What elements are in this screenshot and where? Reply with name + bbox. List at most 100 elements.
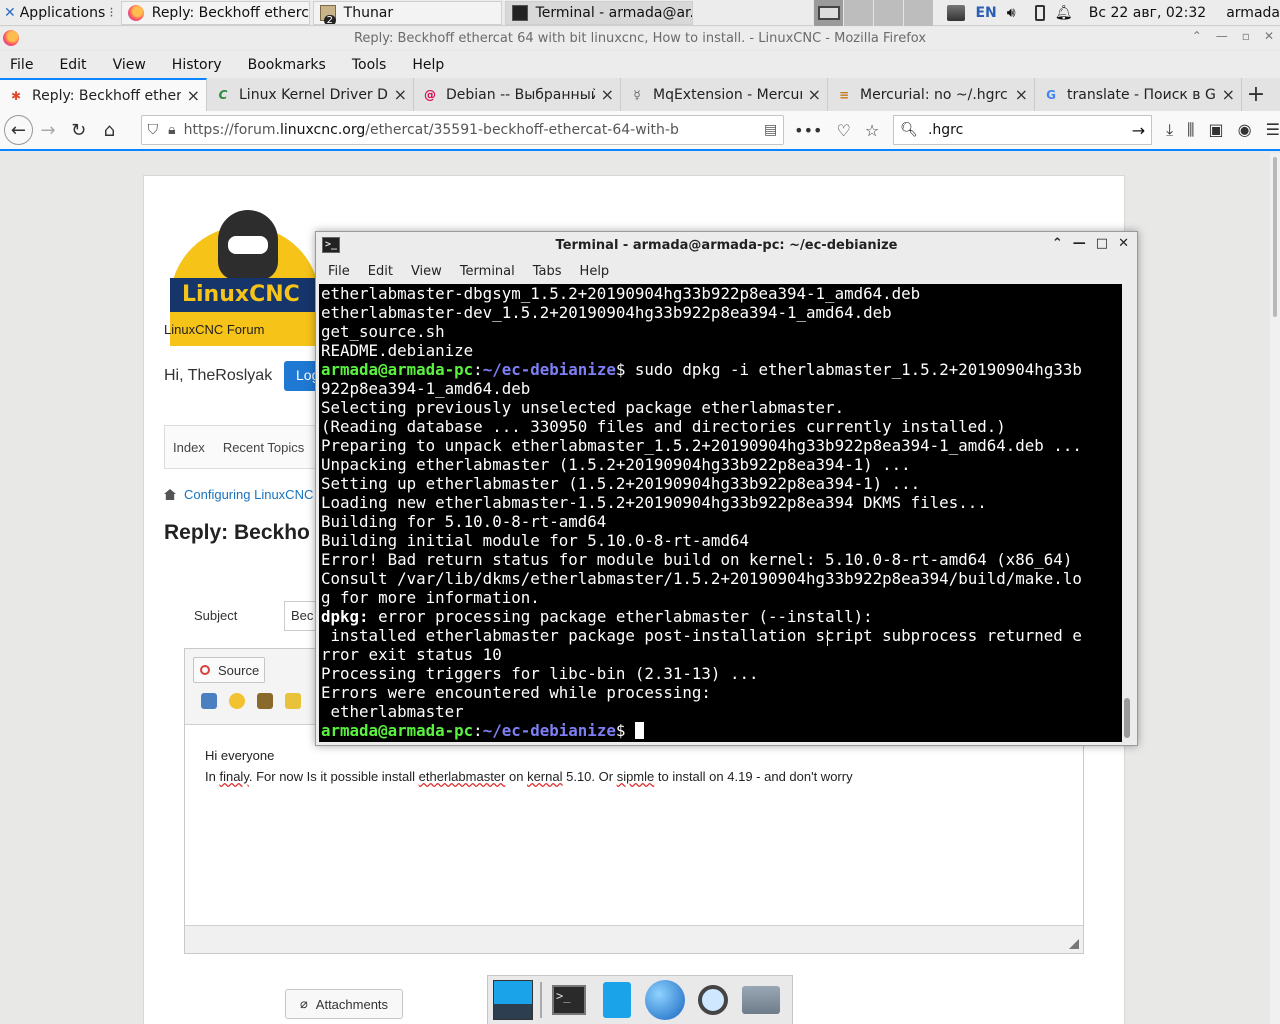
task-thunar[interactable]: 2 Thunar [312,0,502,25]
network-icon[interactable] [947,4,966,21]
menu-history[interactable]: History [172,57,222,73]
tab-kernel-driver[interactable]: C Linux Kernel Driver Da × [207,78,414,111]
keyboard-layout[interactable]: EN [975,5,996,21]
menu-tools[interactable]: Tools [352,57,387,73]
workspace-2[interactable] [843,0,874,26]
terminal-launcher-icon[interactable]: >_ [548,979,590,1021]
linuxcnc-logo[interactable]: LinuxCNC [170,206,320,346]
menu-view[interactable]: View [113,57,146,73]
close-icon[interactable]: ✕ [1118,236,1129,251]
shield-icon[interactable]: ⛉ [148,122,159,138]
maximize-up-icon[interactable]: ⌃ [1192,29,1202,43]
terminal-line: rror exit status 10 [321,645,502,664]
notifications-icon[interactable]: 🔔︎ [1055,5,1073,21]
folder-launcher-icon[interactable] [740,979,782,1021]
term-menu-tabs[interactable]: Tabs [533,264,562,279]
term-menu-file[interactable]: File [328,264,350,279]
shade-icon[interactable]: ⌃ [1052,236,1063,251]
breadcrumb-link[interactable]: Configuring LinuxCNC [184,487,313,502]
task-terminal[interactable]: Terminal - armada@ar... [504,0,694,25]
account-icon[interactable]: ◉ [1238,120,1252,140]
new-tab-button[interactable]: + [1242,78,1270,111]
sidebar-icon[interactable]: ▣ [1209,120,1224,140]
tab-close-icon[interactable]: × [1015,85,1028,104]
web-browser-launcher-icon[interactable] [644,979,686,1021]
source-button[interactable]: Source [193,657,265,683]
bookmark-star-icon[interactable]: ☆ [865,121,879,140]
file-manager-launcher-icon[interactable] [596,979,638,1021]
term-menu-edit[interactable]: Edit [368,264,393,279]
tab-close-icon[interactable]: × [187,86,200,105]
clock[interactable]: Вс 22 авг, 02:32 [1089,5,1206,21]
dock-separator [540,982,542,1018]
workspace-3[interactable] [873,0,904,26]
attachments-button[interactable]: ⌀ Attachments [285,989,403,1019]
show-desktop-icon[interactable] [492,979,534,1021]
home-button[interactable]: ⌂ [94,114,125,146]
terminal-titlebar[interactable]: >_ Terminal - armada@armada-pc: ~/ec-deb… [316,232,1137,258]
shield-icon[interactable] [285,693,301,709]
menu-bookmarks[interactable]: Bookmarks [248,57,326,73]
home-icon[interactable] [164,489,176,500]
tab-debian[interactable]: @ Debian -- Выбранный × [414,78,621,111]
terminal-scrollbar[interactable] [1122,284,1132,742]
minimize-icon[interactable]: — [1073,236,1086,251]
tab-close-icon[interactable]: × [601,85,614,104]
minimize-icon[interactable]: — [1216,29,1228,43]
nav-index[interactable]: Index [173,440,205,455]
tab-close-icon[interactable]: × [394,85,407,104]
url-bar[interactable]: ⛉ 🔒︎ https://forum. linuxcnc.org/ethercat… [140,115,785,145]
editor-body[interactable]: Hi everyone In finaly. For now Is it pos… [185,725,1083,925]
subject-label: Subject [194,608,238,623]
page-scrollbar[interactable] [1270,153,1280,1024]
nav-recent-topics[interactable]: Recent Topics [223,440,304,455]
terminal-line: Setting up etherlabmaster (1.5.2+2019090… [321,474,921,493]
restore-icon[interactable]: ▫ [1242,29,1250,43]
terminal-line: etherlabmaster-dev_1.5.2+20190904hg33b92… [321,303,892,322]
tab-translate[interactable]: G translate - Поиск в Go × [1035,78,1242,111]
search-bar[interactable]: 🔍︎ .hgrc → [893,115,1153,145]
forward-button[interactable]: → [33,114,64,146]
app-finder-icon[interactable] [692,979,734,1021]
workspace-4[interactable] [903,0,934,26]
downloads-icon[interactable]: ⤓ [1166,120,1173,140]
battery-icon[interactable] [1034,4,1045,21]
task-firefox[interactable]: Reply: Beckhoff etherca... [120,0,310,25]
reader-view-icon[interactable]: ▤ [764,122,777,138]
workspace-1[interactable] [813,0,844,26]
tab-close-icon[interactable]: × [1222,85,1235,104]
tab-close-icon[interactable]: × [808,85,821,104]
pocket-icon[interactable]: ♡ [836,121,850,140]
lock-icon[interactable] [257,693,273,709]
applications-menu[interactable]: ✕ Applications ⁝ [0,0,118,26]
smiley-icon[interactable] [229,693,245,709]
menu-edit[interactable]: Edit [59,57,86,73]
page-actions-icon[interactable]: ••• [794,121,822,140]
lock-icon[interactable]: 🔒︎ [168,122,175,138]
maximize-icon[interactable]: □ [1096,236,1108,251]
terminal-window-controls: ⌃ — □ ✕ [1052,236,1129,251]
terminal-window: >_ Terminal - armada@armada-pc: ~/ec-deb… [315,231,1138,746]
search-go-icon[interactable]: → [1132,121,1145,140]
term-menu-help[interactable]: Help [580,264,610,279]
image-icon[interactable] [201,693,217,709]
url-prefix: https://forum. [183,122,280,138]
menu-file[interactable]: File [10,57,33,73]
term-menu-view[interactable]: View [411,264,442,279]
tab-linuxcnc-reply[interactable]: ✱ Reply: Beckhoff etherc × [0,78,207,111]
user-menu[interactable]: armada [1226,5,1280,21]
tab-mqextension[interactable]: ☿ MqExtension - Mercuri × [621,78,828,111]
reload-button[interactable]: ↻ [63,114,94,146]
volume-icon[interactable]: 🔊︎ [1007,5,1025,21]
term-menu-terminal[interactable]: Terminal [460,264,515,279]
hamburger-menu-icon[interactable]: ☰ [1266,120,1280,140]
library-icon[interactable]: ⫼ [1187,120,1194,140]
close-icon[interactable]: ✕ [1264,29,1274,43]
back-button[interactable]: ← [4,115,33,145]
menu-handle-icon: ⁝ [109,4,114,21]
terminal-output[interactable]: etherlabmaster-dbgsym_1.5.2+20190904hg33… [319,284,1122,742]
mouse-ibeam-cursor-icon [827,630,833,646]
menu-help[interactable]: Help [412,57,444,73]
tab-mercurial-hgrc[interactable]: ≡ Mercurial: no ~/.hgrc × [828,78,1035,111]
resize-grip-icon[interactable] [1069,939,1079,949]
